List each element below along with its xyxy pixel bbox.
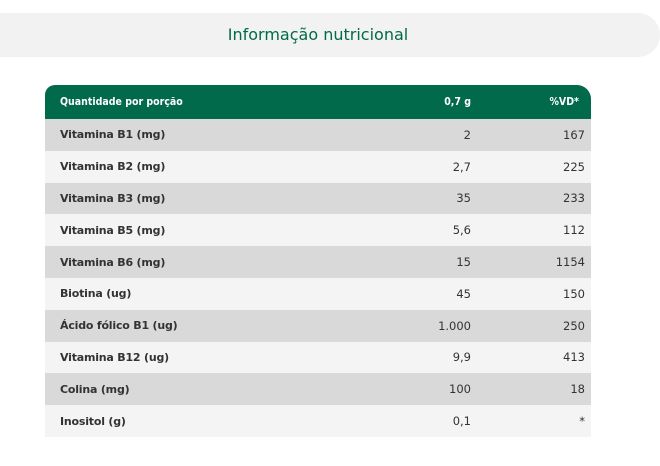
nutrient-name: Vitamina B12 (ug) xyxy=(60,350,169,364)
nutrient-daily-value: 167 xyxy=(563,127,585,142)
nutrient-name: Vitamina B2 (mg) xyxy=(60,160,166,174)
table-row: Ácido fólico B1 (ug) 1.000 250 xyxy=(45,309,591,342)
table-row: Biotina (ug) 45 150 xyxy=(45,277,591,310)
nutrient-daily-value: 250 xyxy=(563,318,585,333)
header-daily-value: %VD* xyxy=(549,96,579,108)
table-row: Vitamina B1 (mg) 2 167 xyxy=(45,119,591,151)
nutrient-name: Colina (mg) xyxy=(60,382,130,396)
nutrient-name: Vitamina B3 (mg) xyxy=(60,191,166,205)
table-header: Quantidade por porção 0,7 g %VD* xyxy=(45,85,591,119)
nutrient-daily-value: 225 xyxy=(563,159,585,174)
table-row: Vitamina B5 (mg) 5,6 112 xyxy=(45,214,591,247)
table-row: Inositol (g) 0,1 * xyxy=(45,405,591,437)
nutrient-daily-value: 1154 xyxy=(555,255,585,270)
table-row: Colina (mg) 100 18 xyxy=(45,373,591,406)
nutrition-table: Quantidade por porção 0,7 g %VD* Vitamin… xyxy=(45,85,591,437)
table-row: Vitamina B12 (ug) 9,9 413 xyxy=(45,341,591,374)
header-quantity: 0,7 g xyxy=(444,96,471,108)
nutrient-quantity: 0,1 xyxy=(452,414,471,429)
nutrient-daily-value: 112 xyxy=(563,223,585,238)
page-title: Informação nutricional xyxy=(227,25,409,44)
nutrient-daily-value: 18 xyxy=(570,382,585,397)
nutrient-name: Ácido fólico B1 (ug) xyxy=(60,319,178,333)
nutrient-name: Vitamina B5 (mg) xyxy=(60,223,166,237)
nutrient-quantity: 9,9 xyxy=(452,350,471,365)
nutrient-quantity: 1.000 xyxy=(438,318,471,333)
table-row: Vitamina B2 (mg) 2,7 225 xyxy=(45,150,591,183)
nutrient-daily-value: 233 xyxy=(563,191,585,206)
nutrient-daily-value: 413 xyxy=(563,350,585,365)
nutrient-name: Biotina (ug) xyxy=(60,287,132,301)
header-serving: Quantidade por porção xyxy=(60,96,183,108)
nutrient-quantity: 35 xyxy=(456,191,471,206)
nutrient-name: Inositol (g) xyxy=(60,414,126,428)
nutrient-quantity: 5,6 xyxy=(452,223,471,238)
nutrient-quantity: 15 xyxy=(456,255,471,270)
nutrient-daily-value: * xyxy=(579,414,585,429)
nutrient-quantity: 100 xyxy=(449,382,471,397)
nutrient-quantity: 2 xyxy=(463,127,471,142)
table-row: Vitamina B3 (mg) 35 233 xyxy=(45,182,591,215)
table-row: Vitamina B6 (mg) 15 1154 xyxy=(45,246,591,278)
nutrient-daily-value: 150 xyxy=(563,286,585,301)
nutrient-name: Vitamina B1 (mg) xyxy=(60,128,166,142)
nutrient-name: Vitamina B6 (mg) xyxy=(60,255,166,269)
nutrient-quantity: 45 xyxy=(456,286,471,301)
nutrition-page: Informação nutricional Quantidade por po… xyxy=(0,0,660,466)
nutrient-quantity: 2,7 xyxy=(452,159,471,174)
